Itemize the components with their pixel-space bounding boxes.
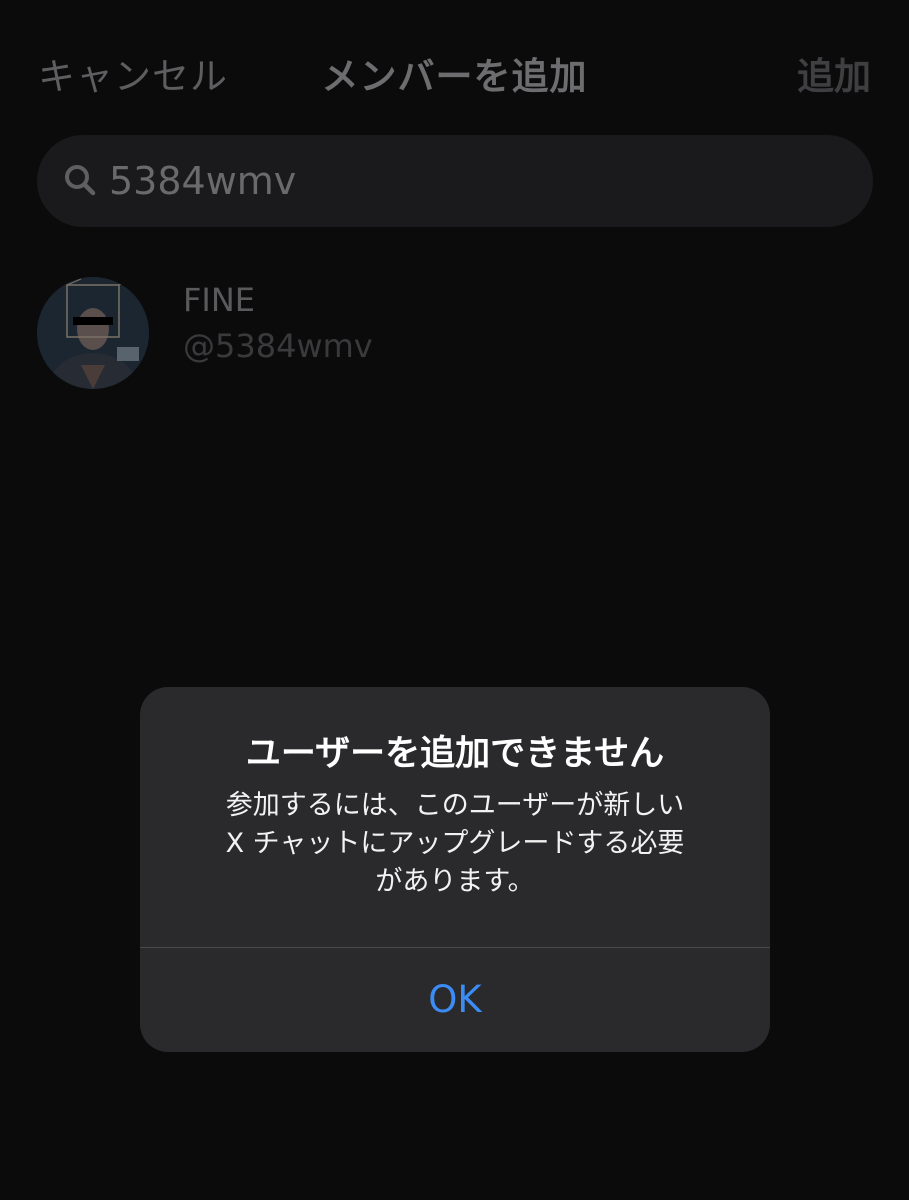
search-bar[interactable]: 5384wmv bbox=[37, 135, 873, 227]
navigation-bar: キャンセル メンバーを追加 追加 bbox=[0, 40, 909, 100]
alert-title: ユーザーを追加できません bbox=[245, 734, 665, 774]
alert-message-line: X チャットにアップグレードする必要 bbox=[225, 828, 685, 859]
alert-message-line: があります。 bbox=[375, 866, 535, 897]
alert-dialog: ユーザーを追加できません 参加するには、このユーザーが新しい X チャットにアッ… bbox=[140, 687, 770, 1052]
user-display-name: FINE bbox=[183, 281, 255, 319]
ok-button[interactable]: OK bbox=[140, 948, 770, 1052]
add-button[interactable]: 追加 bbox=[797, 46, 871, 100]
page-title: メンバーを追加 bbox=[321, 55, 588, 98]
user-result-row[interactable]: FINE @5384wmv bbox=[0, 265, 909, 389]
add-member-screen: キャンセル メンバーを追加 追加 5384wmv FINE @5384wmv ユ… bbox=[0, 0, 909, 1200]
alert-message: 参加するには、このユーザーが新しい X チャットにアップグレードする必要 があり… bbox=[170, 787, 740, 901]
avatar bbox=[37, 277, 149, 389]
search-input[interactable]: 5384wmv bbox=[109, 159, 296, 203]
alert-message-line: 参加するには、このユーザーが新しい bbox=[225, 790, 685, 821]
search-icon bbox=[61, 161, 101, 201]
user-handle: @5384wmv bbox=[183, 327, 373, 365]
